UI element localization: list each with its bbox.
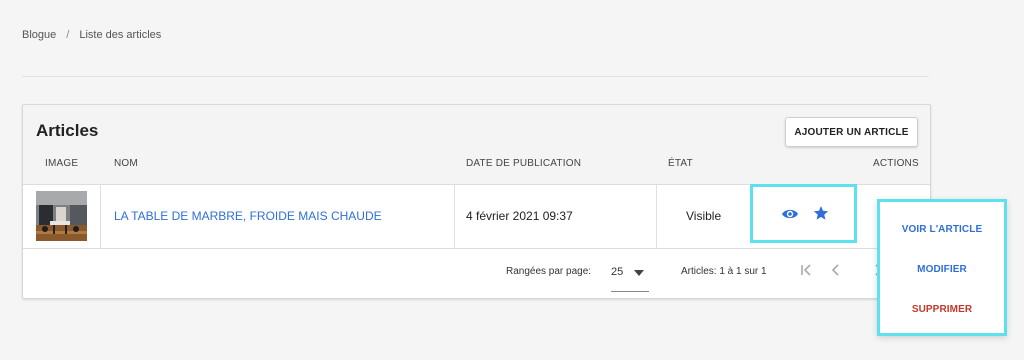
card-header: Articles AJOUTER UN ARTICLE IMAGE NOM DA…	[23, 105, 930, 185]
article-thumbnail	[36, 191, 87, 241]
article-state: Visible	[686, 209, 722, 223]
delete-menu-item[interactable]: SUPPRIMER	[880, 304, 1004, 315]
column-header-image: IMAGE	[45, 158, 79, 169]
breadcrumb-root[interactable]: Blogue	[22, 29, 56, 41]
first-page-icon[interactable]	[800, 264, 812, 276]
actions-menu: VOIR L'ARTICLE MODIFIER SUPPRIMER	[877, 199, 1007, 336]
rows-per-page-select[interactable]: 25	[611, 266, 623, 278]
column-header-name[interactable]: NOM	[114, 158, 138, 169]
column-divider	[100, 185, 101, 248]
breadcrumb-current: Liste des articles	[79, 29, 162, 41]
breadcrumb: Blogue / Liste des articles	[22, 29, 161, 41]
view-article-menu-item[interactable]: VOIR L'ARTICLE	[880, 224, 1004, 235]
column-header-date[interactable]: DATE DE PUBLICATION	[466, 158, 581, 169]
column-divider	[454, 185, 455, 248]
rows-per-page-label: Rangées par page:	[506, 266, 592, 277]
divider	[22, 76, 929, 77]
eye-icon[interactable]	[781, 208, 799, 220]
pagination-bar: Rangées par page: 25 Articles: 1 à 1 sur…	[23, 249, 930, 298]
row-actions-highlight	[750, 184, 857, 243]
article-date: 4 février 2021 09:37	[466, 209, 573, 223]
edit-menu-item[interactable]: MODIFIER	[880, 264, 1004, 275]
prev-page-icon[interactable]	[831, 264, 841, 276]
pagination-range: Articles: 1 à 1 sur 1	[681, 266, 767, 277]
column-header-actions: ACTIONS	[873, 158, 919, 169]
breadcrumb-separator: /	[66, 29, 70, 41]
column-header-state[interactable]: ÉTAT	[668, 158, 693, 169]
column-divider	[656, 185, 657, 248]
add-article-button[interactable]: AJOUTER UN ARTICLE	[785, 117, 918, 147]
star-icon[interactable]	[813, 205, 829, 221]
dropdown-arrow-icon[interactable]	[634, 270, 644, 276]
article-title-link[interactable]: LA TABLE DE MARBRE, FROIDE MAIS CHAUDE	[114, 209, 382, 223]
select-underline	[611, 291, 649, 292]
card-title: Articles	[36, 121, 99, 140]
